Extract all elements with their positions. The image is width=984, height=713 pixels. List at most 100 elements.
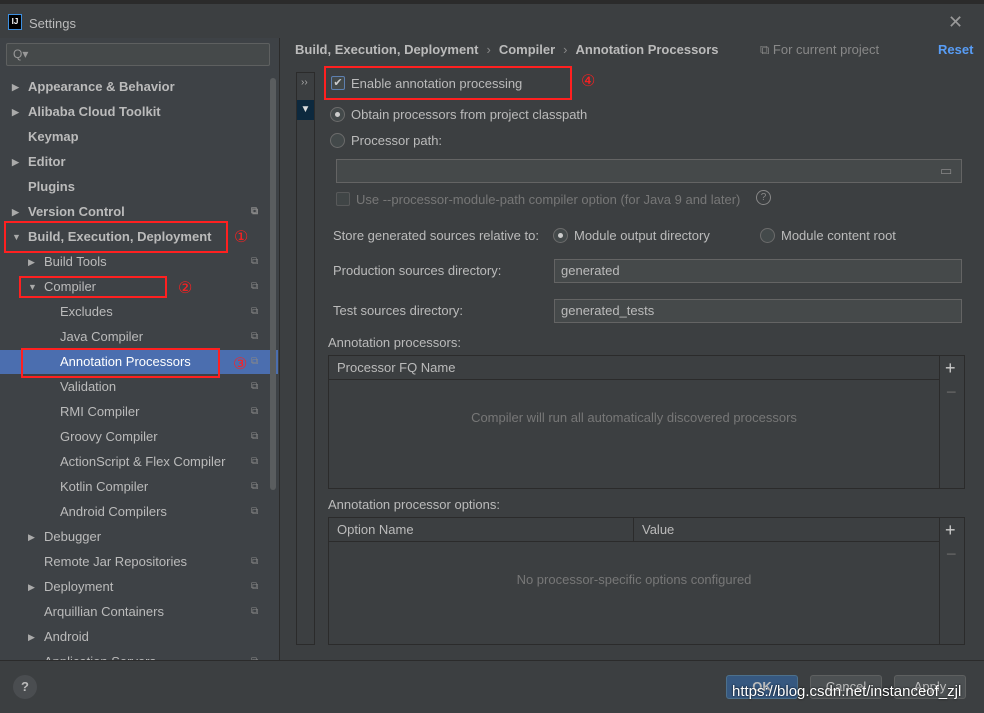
remove-option-button[interactable]: − [946,544,957,565]
project-scope-icon: ⧉ [251,356,259,367]
sidebar-item-label: Deployment [44,579,114,594]
sidebar-item[interactable]: Validation ⧉ [0,375,278,399]
reset-link[interactable]: Reset [938,42,973,57]
breadcrumb-separator: › [486,42,491,57]
module-list-strip: ›› ▼ [296,72,315,645]
sidebar-item[interactable]: Kotlin Compiler ⧉ [0,475,278,499]
sidebar-item[interactable]: ▶ Debugger [0,525,278,549]
sidebar-item[interactable]: Keymap [0,125,278,149]
help-icon[interactable]: ? [756,190,771,205]
annotation-box-4 [324,66,572,100]
module-path-checkbox[interactable] [336,192,350,206]
add-option-button[interactable]: + [945,520,956,541]
store-relative-label: Store generated sources relative to: [333,228,539,243]
sidebar-item-label: Application Servers [44,650,156,660]
test-dir-label: Test sources directory: [333,303,464,318]
sidebar-item[interactable]: Remote Jar Repositories ⧉ [0,550,278,574]
sidebar-item-label: Remote Jar Repositories [44,554,188,569]
window-title: Settings [29,16,76,31]
processor-path-radio[interactable] [330,133,345,148]
chevron-right-icon[interactable]: ▶ [28,250,35,274]
sidebar-item-label: Editor [28,154,66,169]
folder-icon[interactable]: ▭ [940,163,952,179]
sidebar-item-label: Build Tools [44,254,107,269]
module-content-root-label[interactable]: Module content root [781,228,896,243]
options-empty-text: No processor-specific options configured [516,572,752,587]
chevron-right-icon[interactable]: ▶ [12,150,19,174]
sidebar-item-label: Plugins [28,179,75,194]
sidebar-item-label: Groovy Compiler [60,429,158,444]
module-collapse-icon[interactable]: ▼ [297,100,314,120]
processor-path-label[interactable]: Processor path: [351,133,442,148]
copy-icon: ⧉ [760,42,773,57]
chevron-right-icon[interactable]: ▶ [12,100,19,124]
sidebar-item[interactable]: ▶ Android [0,625,278,649]
sidebar-item-label: Debugger [44,529,102,544]
project-scope-icon: ⧉ [251,406,259,417]
sidebar-item-label: Validation [60,379,117,394]
sidebar-item[interactable]: Arquillian Containers ⧉ [0,600,278,624]
project-scope-icon: ⧉ [251,381,259,392]
expand-icon[interactable]: ›› [301,77,308,88]
sidebar-item[interactable]: Android Compilers ⧉ [0,500,278,524]
annotation-1: ① [234,229,249,246]
sidebar-item-label: RMI Compiler [60,404,140,419]
sidebar-item-label: Kotlin Compiler [60,479,149,494]
project-scope-icon: ⧉ [251,431,259,442]
sidebar-item[interactable]: ▶ Deployment ⧉ [0,575,278,599]
add-processor-button[interactable]: + [945,358,956,379]
value-header[interactable]: Value [634,518,939,542]
module-content-root-radio[interactable] [760,228,775,243]
processors-empty-text: Compiler will run all automatically disc… [471,410,797,425]
project-scope-icon: ⧉ [251,650,258,660]
project-scope-icon: ⧉ [251,256,259,267]
sidebar-item[interactable]: ▶ Appearance & Behavior [0,75,278,99]
module-path-label: Use --processor-module-path compiler opt… [356,192,741,207]
processor-fq-name-header[interactable]: Processor FQ Name [329,356,939,380]
module-output-radio[interactable] [553,228,568,243]
remove-processor-button[interactable]: − [946,382,957,403]
test-dir-input[interactable]: generated_tests [554,299,962,323]
annotation-box-3 [21,348,220,378]
chevron-right-icon[interactable]: ▶ [28,525,35,549]
help-button[interactable]: ? [13,675,37,699]
sidebar-item[interactable]: RMI Compiler ⧉ [0,400,278,424]
sidebar-item-label: ActionScript & Flex Compiler [60,454,226,469]
chevron-right-icon[interactable]: ▶ [28,625,35,649]
breadcrumb-separator: › [563,42,568,57]
sidebar-item[interactable]: ▶ Editor [0,150,278,174]
project-scope-icon: ⧉ [251,281,259,292]
chevron-right-icon[interactable]: ▶ [12,75,19,99]
sidebar-scrollbar[interactable] [270,78,276,490]
processors-title: Annotation processors: [328,335,461,350]
sidebar-item[interactable]: ActionScript & Flex Compiler ⧉ [0,450,278,474]
sidebar-item[interactable]: Application Servers ⧉ [0,650,278,660]
options-title: Annotation processor options: [328,497,500,512]
production-dir-input[interactable]: generated [554,259,962,283]
sidebar-item[interactable]: Java Compiler ⧉ [0,325,278,349]
project-scope-icon: ⧉ [251,456,259,467]
option-name-header[interactable]: Option Name [329,518,634,542]
settings-sidebar: Q▾ ▶ Appearance & Behavior ▶ Alibaba Cloud … [0,38,279,660]
breadcrumb-item[interactable]: Compiler [499,42,555,57]
breadcrumb-item[interactable]: Build, Execution, Deployment [295,42,478,57]
obtain-classpath-radio[interactable] [330,107,345,122]
sidebar-item[interactable]: Excludes ⧉ [0,300,278,324]
processor-path-input[interactable] [336,159,962,183]
project-scope-icon: ⧉ [251,581,259,592]
obtain-classpath-label[interactable]: Obtain processors from project classpath [351,107,587,122]
annotation-box-2 [19,276,167,298]
sidebar-item[interactable]: ▶ Alibaba Cloud Toolkit [0,100,278,124]
search-input[interactable]: Q▾ [6,43,270,66]
annotation-3: ③ [233,356,248,373]
breadcrumb-item: Annotation Processors [575,42,719,57]
sidebar-item-label: Appearance & Behavior [28,79,175,94]
close-icon[interactable]: ✕ [948,12,963,33]
sidebar-item[interactable]: Groovy Compiler ⧉ [0,425,278,449]
project-scope-icon: ⧉ [251,331,259,342]
sidebar-item[interactable]: ▶ Build Tools ⧉ [0,250,278,274]
sidebar-item-label: Arquillian Containers [44,604,164,619]
chevron-right-icon[interactable]: ▶ [28,575,35,599]
module-output-label[interactable]: Module output directory [574,228,710,243]
sidebar-item[interactable]: Plugins [0,175,278,199]
